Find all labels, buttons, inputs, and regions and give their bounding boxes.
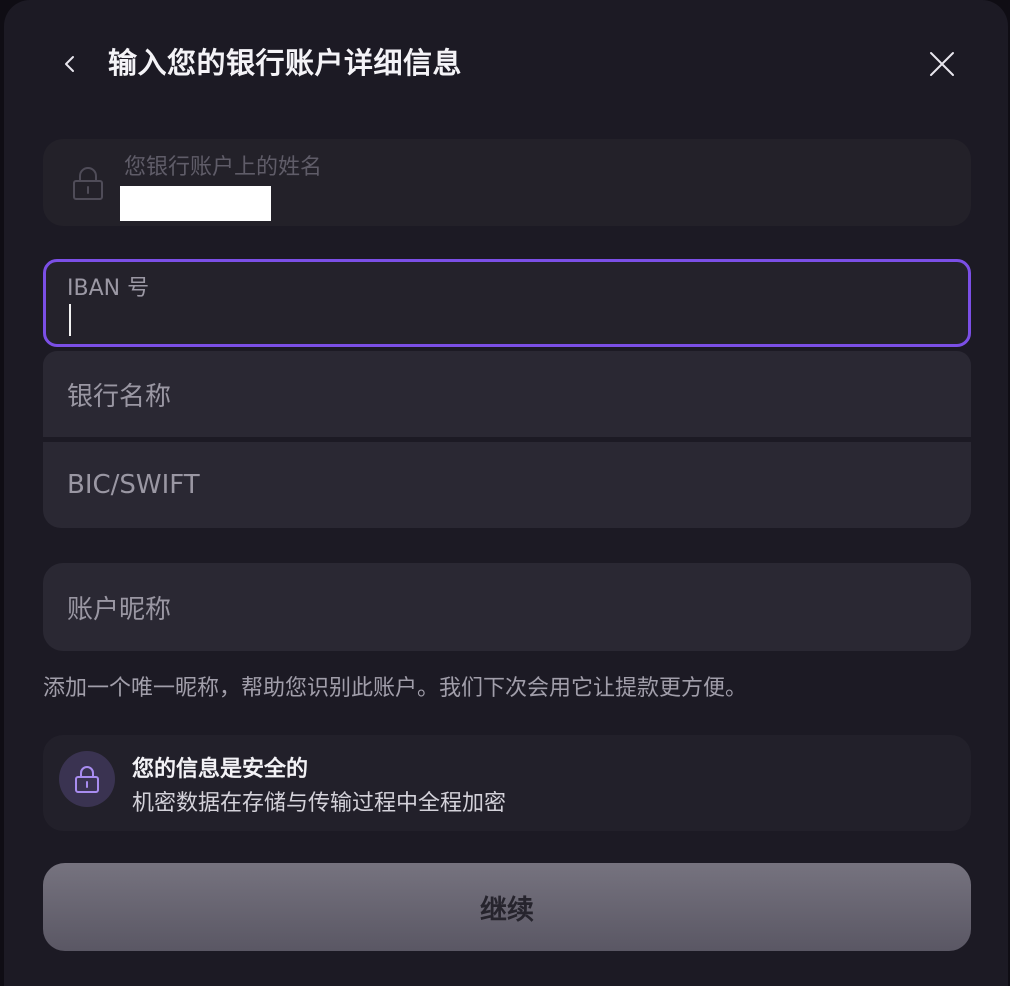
continue-button[interactable]: 继续 (43, 863, 971, 951)
security-icon-badge (59, 751, 115, 807)
account-name-label: 您银行账户上的姓名 (124, 155, 323, 180)
security-description: 机密数据在存储与传输过程中全程加密 (132, 791, 507, 816)
account-name-field: 您银行账户上的姓名 (43, 139, 971, 226)
account-nickname-field[interactable]: 账户昵称 (43, 563, 971, 651)
bic-swift-field[interactable]: BIC/SWIFT (43, 442, 971, 528)
iban-field[interactable]: IBAN 号 (43, 259, 971, 347)
bic-swift-placeholder: BIC/SWIFT (67, 470, 200, 500)
close-icon (930, 52, 954, 76)
iban-label: IBAN 号 (67, 276, 150, 301)
security-notice: 您的信息是安全的 机密数据在存储与传输过程中全程加密 (43, 735, 971, 831)
continue-button-label: 继续 (480, 894, 534, 926)
bank-details-modal: 输入您的银行账户详细信息 您银行账户上的姓名 IBAN 号 银行名称 BIC/S… (4, 0, 1008, 986)
bank-name-field[interactable]: 银行名称 (43, 351, 971, 437)
nickname-hint: 添加一个唯一昵称，帮助您识别此账户。我们下次会用它让提款更方便。 (43, 676, 748, 701)
account-name-redacted-value (120, 186, 271, 221)
bank-name-placeholder: 银行名称 (67, 381, 172, 412)
modal-header: 输入您的银行账户详细信息 (4, 32, 1008, 94)
security-title: 您的信息是安全的 (132, 757, 309, 782)
back-button[interactable] (54, 48, 86, 80)
lock-icon (75, 766, 99, 793)
chevron-left-icon (65, 56, 74, 72)
text-cursor (69, 304, 71, 336)
account-nickname-placeholder: 账户昵称 (67, 594, 172, 625)
lock-icon (73, 167, 103, 200)
page-title: 输入您的银行账户详细信息 (108, 46, 463, 80)
iban-input[interactable] (67, 302, 927, 338)
close-button[interactable] (924, 46, 960, 82)
